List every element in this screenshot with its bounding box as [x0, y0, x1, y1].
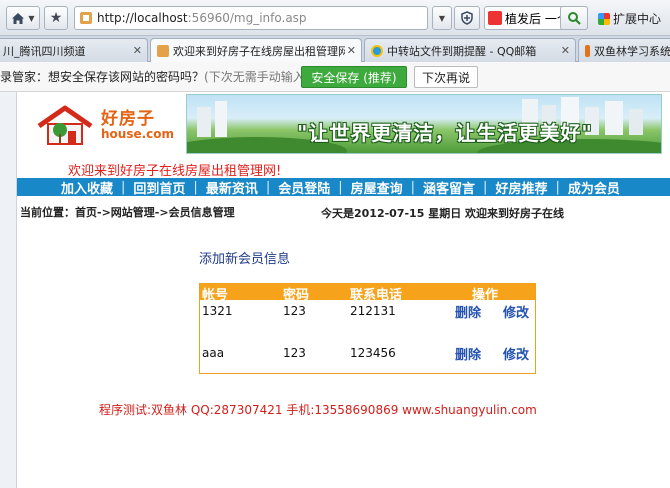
delete-link[interactable]: 删除 [455, 302, 481, 321]
tab-label: 川_腾讯四川频道 [3, 44, 86, 58]
tab-label: 双鱼林学习系统 [594, 44, 670, 58]
extensions-button[interactable]: 扩展中心 [598, 10, 661, 27]
shield-button[interactable] [454, 6, 480, 30]
close-icon[interactable]: ✕ [347, 44, 356, 57]
site-banner: "让世界更清洁，让生活更美好" [186, 94, 662, 154]
url-path: :56960/mg_info.asp [187, 11, 307, 25]
address-bar[interactable]: http://localhost:56960/mg_info.asp [74, 6, 428, 30]
search-button[interactable] [560, 6, 588, 30]
table-row: 1321 123 212131 删除 修改 [200, 301, 535, 323]
extension-icon [598, 12, 610, 25]
left-edge [0, 92, 17, 488]
star-icon: ★ [49, 10, 63, 26]
url-host: http://localhost [97, 11, 188, 25]
browser-toolbar: ▼ ★ http://localhost:56960/mg_info.asp ▼… [0, 0, 670, 36]
cell-phone: 123456 [350, 346, 396, 360]
home-icon [12, 12, 25, 24]
chevron-down-icon: ▼ [28, 13, 35, 23]
edit-link[interactable]: 修改 [503, 344, 529, 363]
table-row: aaa 123 123456 删除 修改 [200, 343, 535, 365]
site-logo[interactable]: 好房子 house.com [33, 98, 183, 152]
search-icon [568, 12, 581, 25]
logo-name: 好房子 [101, 109, 155, 129]
banner-slogan: "让世界更清洁，让生活更美好" [297, 121, 593, 145]
footer-credit: 程序测试:双鱼林 QQ:287307421 手机:13558690869 www… [99, 403, 537, 417]
logo-domain: house.com [101, 127, 175, 141]
nav-home[interactable]: 回到首页 [125, 178, 193, 197]
nav-add-favorite[interactable]: 加入收藏 [17, 178, 121, 197]
close-icon[interactable]: ✕ [133, 44, 142, 57]
home-button[interactable]: ▼ [6, 6, 40, 30]
tab-strip: 川_腾讯四川频道 ✕ 欢迎来到好房子在线房屋出租管理网！ ✕ 中转站文件到期提醒… [0, 36, 670, 63]
table-header: 帐号 密码 联系电话 操作 [200, 284, 535, 303]
main-nav: 加入收藏 | 回到首页 | 最新资讯 | 会员登陆 | 房屋查询 | 涵客留言 | 好房推荐… [17, 178, 670, 197]
nav-recommended[interactable]: 好房推荐 [487, 178, 555, 197]
house-logo-icon [37, 105, 93, 145]
site-icon [157, 45, 169, 57]
nav-register[interactable]: 成为会员 [560, 178, 628, 197]
welcome-message: 欢迎来到好房子在线房屋出租管理网! [68, 164, 282, 179]
cell-password: 123 [283, 304, 306, 318]
chevron-down-icon: ▼ [438, 13, 446, 23]
nav-news[interactable]: 最新资讯 [198, 178, 266, 197]
cell-phone: 212131 [350, 304, 396, 318]
cell-account: 1321 [202, 304, 233, 318]
url-dropdown-button[interactable]: ▼ [432, 6, 452, 30]
password-bar-hint: (下次无需手动输入) [204, 70, 310, 84]
password-bar-message: 录管家：想安全保存该网站的密码吗？ [0, 70, 205, 84]
tab-shuangyulin[interactable]: 双鱼林学习系统 [578, 38, 670, 62]
tab-label: 欢迎来到好房子在线房屋出租管理网！ [173, 45, 345, 58]
date-greeting: 今天是2012-07-15 星期日 欢迎来到好房子在线 [321, 207, 565, 220]
cell-account: aaa [202, 346, 225, 360]
delete-link[interactable]: 删除 [455, 344, 481, 363]
breadcrumb: 当前位置：首页->网站管理->会员信息管理 [20, 206, 235, 219]
qqmail-icon [371, 44, 383, 57]
password-manager-bar: 录管家：想安全保存该网站的密码吗？ (下次无需手动输入) 安全保存 (推荐) 下… [0, 62, 670, 92]
search-engine-icon [488, 11, 502, 25]
add-member-link[interactable]: 添加新会员信息 [199, 248, 290, 267]
tab-qq-mail[interactable]: 中转站文件到期提醒 - QQ邮箱 ✕ [364, 38, 576, 62]
member-table: 帐号 密码 联系电话 操作 1321 123 212131 删除 修改 aaa … [199, 283, 536, 374]
site-icon [80, 12, 92, 24]
nav-member-login[interactable]: 会员登陆 [270, 178, 338, 197]
bookmark-button[interactable]: ★ [44, 6, 68, 30]
tab-label: 中转站文件到期提醒 - QQ邮箱 [387, 44, 537, 58]
tab-tencent-sichuan[interactable]: 川_腾讯四川频道 ✕ [0, 38, 148, 62]
save-password-button[interactable]: 安全保存 (推荐) [301, 66, 407, 88]
nav-house-search[interactable]: 房屋查询 [343, 178, 411, 197]
extensions-label: 扩展中心 [613, 12, 662, 26]
tab-house-management[interactable]: 欢迎来到好房子在线房屋出租管理网！ ✕ [150, 38, 362, 63]
cell-password: 123 [283, 346, 306, 360]
later-button[interactable]: 下次再说 [414, 66, 478, 88]
close-icon[interactable]: ✕ [561, 44, 570, 57]
shield-icon [461, 11, 473, 25]
edit-link[interactable]: 修改 [503, 302, 529, 321]
nav-guestbook[interactable]: 涵客留言 [415, 178, 483, 197]
site-icon [585, 44, 590, 57]
